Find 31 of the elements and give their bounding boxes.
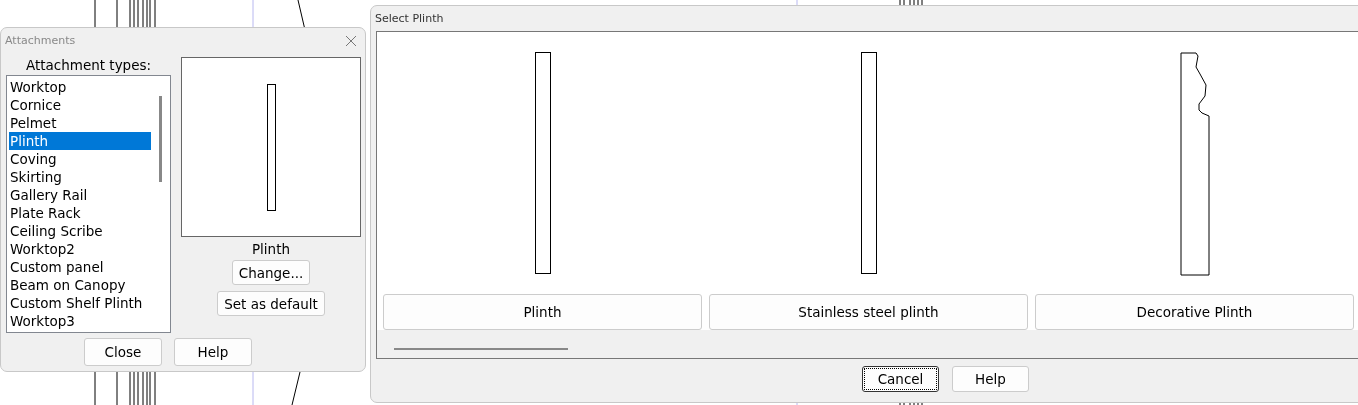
attachment-types-list[interactable]: Worktop Cornice Pelmet Plinth Coving Skirting Gallery Rail Plate Rack Ceiling Scribe Worktop2 Custom panel Beam on Canopy Custom Shelf Plinth Worktop3 (6, 75, 171, 333)
list-item[interactable]: Plate Rack (9, 204, 151, 222)
window-title: Attachments (5, 34, 76, 47)
dialog-button[interactable]: Close (84, 338, 162, 366)
list-item[interactable]: Plinth (9, 132, 151, 150)
list-item[interactable]: Worktop (9, 78, 151, 96)
plinth-option-button[interactable]: Decorative Plinth (1035, 294, 1354, 330)
set-default-button[interactable]: Set as default (217, 291, 325, 316)
change-button[interactable]: Change... (231, 260, 311, 285)
dialog-button[interactable]: Help (174, 338, 252, 366)
scrollbar-thumb[interactable] (159, 96, 162, 182)
list-label: Attachment types: (25, 57, 152, 73)
list-item[interactable]: Skirting (9, 168, 151, 186)
list-item[interactable]: Custom panel (9, 258, 151, 276)
dialog-button[interactable]: Help (952, 366, 1029, 392)
list-item[interactable]: Coving (9, 150, 151, 168)
plinth-option-button[interactable]: Stainless steel plinth (709, 294, 1028, 330)
list-item[interactable]: Gallery Rail (9, 186, 151, 204)
list-item[interactable]: Pelmet (9, 114, 151, 132)
scrollbar-thumb[interactable] (394, 348, 568, 350)
list-item[interactable]: Worktop2 (9, 240, 151, 258)
window-title: Select Plinth (375, 12, 444, 25)
list-item[interactable]: Custom Shelf Plinth (9, 294, 151, 312)
list-item[interactable]: Ceiling Scribe (9, 222, 151, 240)
list-item[interactable]: Beam on Canopy (9, 276, 151, 294)
list-item[interactable]: Cornice (9, 96, 151, 114)
plinth-option-button[interactable]: Plinth (383, 294, 702, 330)
list-item[interactable]: Worktop3 (9, 312, 151, 330)
close-icon[interactable] (345, 34, 357, 47)
dialog-button[interactable]: Cancel (862, 366, 939, 392)
preview-label: Plinth (251, 241, 291, 257)
